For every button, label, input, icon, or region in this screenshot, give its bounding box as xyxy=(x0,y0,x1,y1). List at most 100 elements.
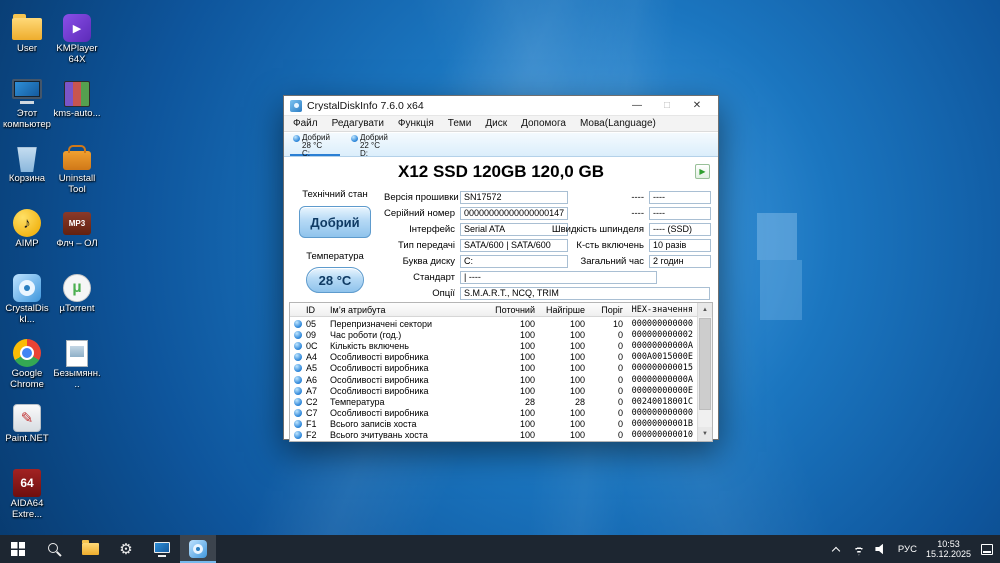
desktop-icon-label: AIMP xyxy=(15,239,39,249)
disk-health-status-icon xyxy=(350,134,358,142)
field-value: 2 годин xyxy=(649,254,711,268)
taskbar-button-search[interactable] xyxy=(36,535,72,563)
field-label: ---- xyxy=(631,207,644,219)
smart-attribute-row[interactable]: 05 Перепризначені сектори 100 100 10 000… xyxy=(290,318,697,329)
desktop-icon-aimp[interactable]: ♪ AIMP xyxy=(3,199,51,264)
menu-item[interactable]: Допомога xyxy=(514,118,573,129)
attribute-name: Кількість включень xyxy=(330,340,409,351)
attribute-name: Особливості виробника xyxy=(330,374,429,385)
attribute-hex-value: 000000000000 xyxy=(631,408,693,419)
taskbar-buttons: ⚙ xyxy=(0,535,216,563)
field-value: ---- (SSD) xyxy=(649,222,711,236)
smart-attribute-row[interactable]: C7 Особливості виробника 100 100 0 00000… xyxy=(290,408,697,419)
taskbar-button-file-explorer[interactable] xyxy=(72,535,108,563)
window-titlebar[interactable]: CrystalDiskInfo 7.6.0 x64 — □ ✕ xyxy=(284,96,718,116)
field-label: К-сть включень xyxy=(576,239,644,251)
menu-item[interactable]: Редагувати xyxy=(325,118,391,129)
attribute-id: F2 xyxy=(306,430,317,441)
smart-attribute-row[interactable]: C2 Температура 28 28 0 00240018001C xyxy=(290,396,697,407)
table-scrollbar[interactable]: ▲ ▼ xyxy=(697,303,712,441)
taskbar-button-crystaldiskinfo[interactable] xyxy=(180,535,216,563)
desktop: User Этот компьютер Корзина ♪ AIMP Cryst… xyxy=(0,0,1000,563)
attribute-current: 28 xyxy=(524,396,535,407)
desktop-icon-label: Безымянн... xyxy=(53,369,101,390)
menu-item[interactable]: Теми xyxy=(441,118,479,129)
scroll-up-icon[interactable]: ▲ xyxy=(698,303,712,317)
taskbar-button-this-pc[interactable] xyxy=(144,535,180,563)
drive-tab[interactable]: Добрий 28 °C C: xyxy=(290,133,340,158)
attribute-worst: 100 xyxy=(569,430,585,441)
desktop-app-icon xyxy=(13,339,41,367)
taskbar-button-start[interactable] xyxy=(0,535,36,563)
column-header-id: ID xyxy=(306,304,315,315)
desktop-icon-this-pc[interactable]: Этот компьютер xyxy=(3,69,51,134)
action-center-icon[interactable] xyxy=(980,541,994,557)
health-status-button[interactable]: Добрий xyxy=(299,206,371,238)
close-button[interactable]: ✕ xyxy=(682,100,712,111)
desktop-icon-paint-net[interactable]: ✎ Paint.NET xyxy=(3,394,51,459)
next-drive-button[interactable]: ▶ xyxy=(695,164,710,179)
attribute-name: Перепризначені сектори xyxy=(330,318,433,329)
info-field-row: Стандарт | ---- xyxy=(384,269,718,285)
desktop-icon-google-chrome[interactable]: Google Chrome xyxy=(3,329,51,394)
tray-time: 10:53 xyxy=(937,539,960,549)
menu-item[interactable]: Диск xyxy=(478,118,514,129)
attribute-name: Особливості виробника xyxy=(330,385,429,396)
desktop-icon-user[interactable]: User xyxy=(3,4,51,69)
menu-item[interactable]: Файл xyxy=(286,118,325,129)
smart-table-body: 05 Перепризначені сектори 100 100 10 000… xyxy=(290,318,697,441)
taskbar-app-icon xyxy=(154,541,170,553)
attribute-status-icon xyxy=(294,375,302,384)
minimize-button[interactable]: — xyxy=(622,100,652,111)
field-value: | ---- xyxy=(460,270,657,284)
field-value: S.M.A.R.T., NCQ, TRIM xyxy=(460,286,710,300)
attribute-hex-value: 000000000002 xyxy=(631,329,693,340)
desktop-icon-recycle-bin[interactable]: Корзина xyxy=(3,134,51,199)
column-header-current: Поточний xyxy=(495,304,535,315)
desktop-icon-untitled[interactable]: Безымянн... xyxy=(53,329,101,394)
desktop-icon-kms-auto[interactable]: kms-auto... xyxy=(53,69,101,134)
attribute-status-icon xyxy=(294,431,302,440)
desktop-app-icon xyxy=(63,151,91,170)
language-indicator[interactable]: РУС xyxy=(898,544,917,555)
temperature-button[interactable]: 28 °C xyxy=(306,267,364,293)
desktop-icon-uninstall-tool[interactable]: Uninstall Tool xyxy=(53,134,101,199)
desktop-icon-label: µTorrent xyxy=(59,304,95,314)
field-label: Інтерфейс xyxy=(409,223,455,235)
clock[interactable]: 10:53 15.12.2025 xyxy=(926,539,971,559)
smart-attribute-row[interactable]: A7 Особливості виробника 100 100 0 00000… xyxy=(290,385,697,396)
attribute-threshold: 0 xyxy=(617,363,623,374)
taskbar-button-settings[interactable]: ⚙ xyxy=(108,535,144,563)
scrollbar-thumb[interactable] xyxy=(699,318,711,410)
maximize-button[interactable]: □ xyxy=(652,100,682,111)
menu-item[interactable]: Мова(Language) xyxy=(573,118,663,129)
desktop-icon-kmplayer[interactable]: ▶ KMPlayer 64X xyxy=(53,4,101,69)
menu-item[interactable]: Функція xyxy=(391,118,441,129)
drive-tab[interactable]: Добрий 22 °C D: xyxy=(348,133,398,158)
network-icon[interactable] xyxy=(851,541,866,557)
smart-attribute-row[interactable]: F2 Всього зчитувань хоста 100 100 0 0000… xyxy=(290,430,697,441)
attribute-hex-value: 000A0015000E xyxy=(631,352,693,363)
smart-attribute-row[interactable]: A6 Особливості виробника 100 100 0 00000… xyxy=(290,374,697,385)
smart-attribute-row[interactable]: A5 Особливості виробника 100 100 0 00000… xyxy=(290,363,697,374)
scroll-down-icon[interactable]: ▼ xyxy=(698,427,712,441)
desktop-app-icon xyxy=(64,81,90,107)
attribute-name: Особливості виробника xyxy=(330,408,429,419)
smart-attribute-row[interactable]: A4 Особливості виробника 100 100 0 000A0… xyxy=(290,352,697,363)
taskbar-app-icon: ⚙ xyxy=(119,540,133,558)
desktop-icon-utorrent[interactable]: µ µTorrent xyxy=(53,264,101,329)
desktop-icon-mp3-folder[interactable]: MP3 Флч – ОЛ xyxy=(53,199,101,264)
hidden-icons-chevron-icon[interactable] xyxy=(829,541,843,557)
smart-attribute-row[interactable]: F1 Всього записів хоста 100 100 0 000000… xyxy=(290,419,697,430)
menu-bar: Файл Редагувати Функція Теми Диск Допомо… xyxy=(284,116,718,132)
attribute-threshold: 0 xyxy=(617,396,623,407)
attribute-current: 100 xyxy=(519,340,535,351)
column-header-threshold: Поріг xyxy=(601,304,623,315)
volume-icon[interactable] xyxy=(875,541,889,557)
smart-attribute-row[interactable]: 09 Час роботи (год.) 100 100 0 000000000… xyxy=(290,329,697,340)
desktop-icon-crystaldiskinfo[interactable]: CrystalDiskI... xyxy=(3,264,51,329)
info-field-row: ---- ---- xyxy=(531,205,711,221)
desktop-icon-aida64[interactable]: 64 AIDA64 Extre... xyxy=(3,459,51,524)
smart-attribute-row[interactable]: 0C Кількість включень 100 100 0 00000000… xyxy=(290,340,697,351)
attribute-id: 05 xyxy=(306,318,317,329)
